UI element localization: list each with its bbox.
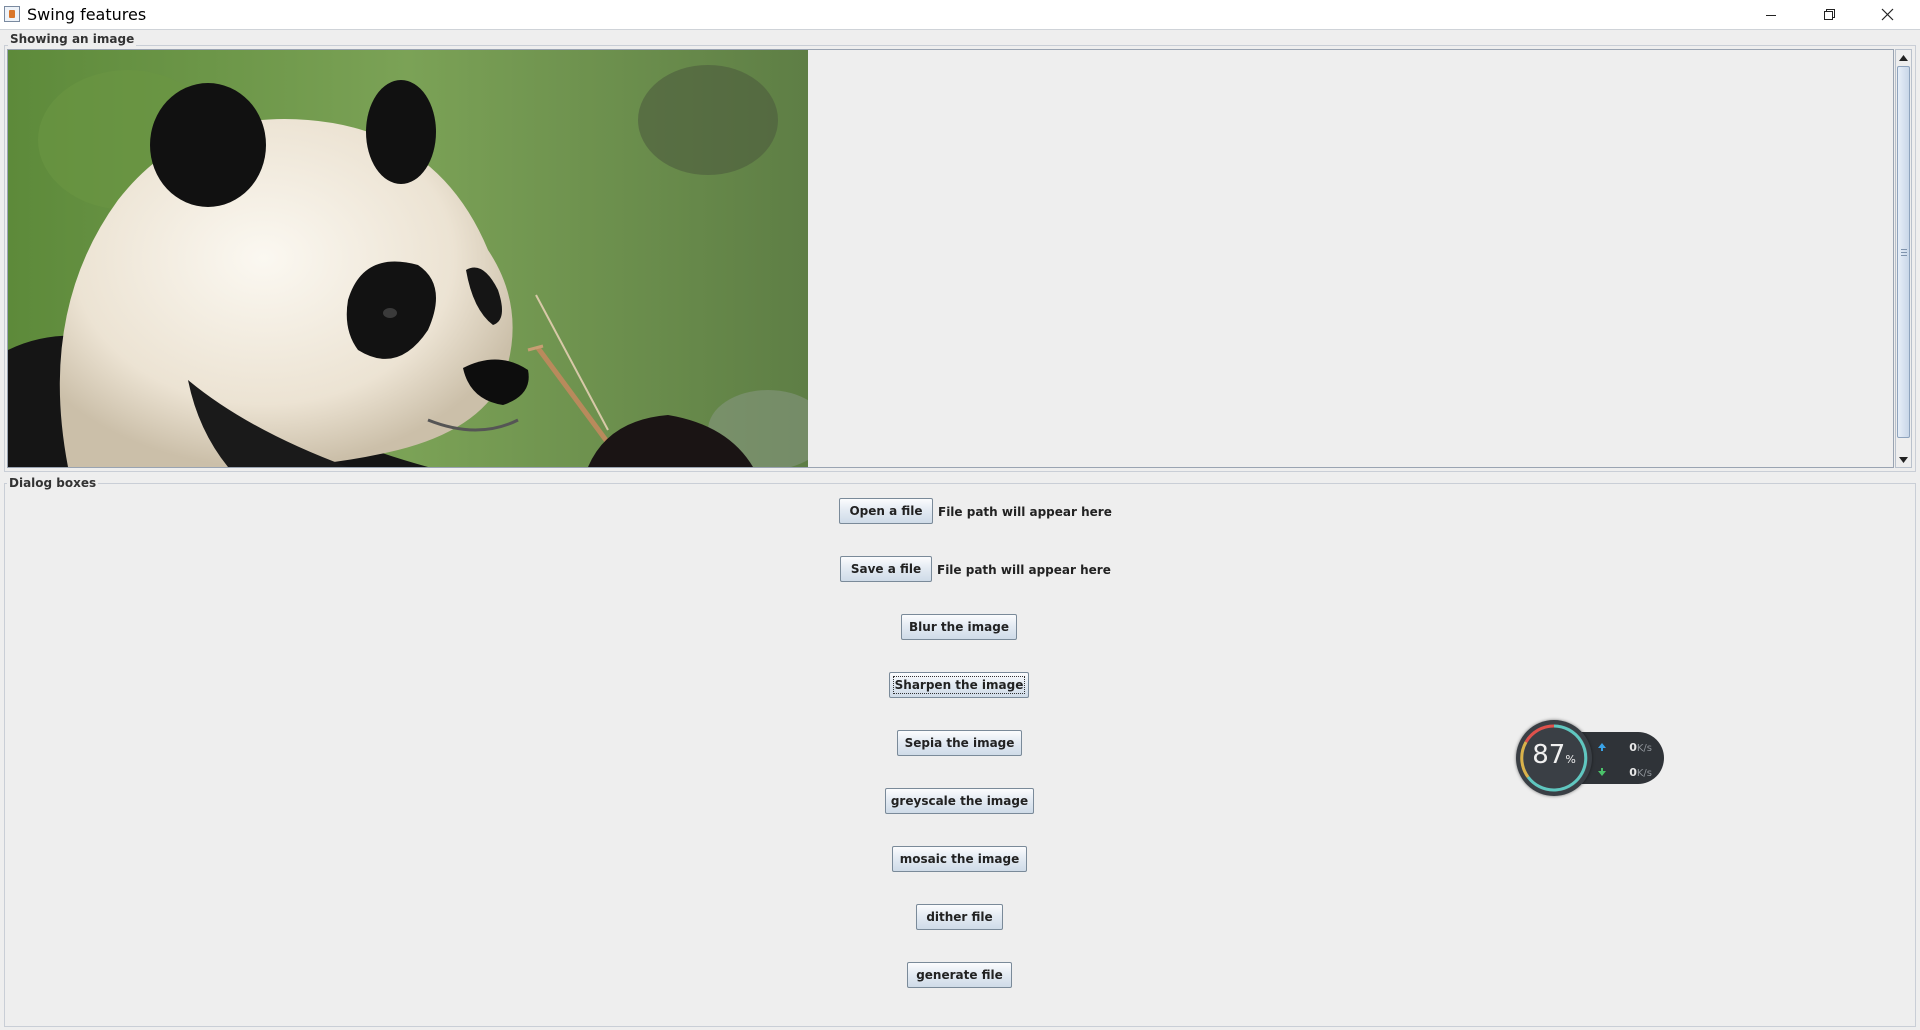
usage-gauge: 87% xyxy=(1516,720,1592,796)
download-unit: K/s xyxy=(1636,768,1652,779)
blur-image-button-label: Blur the image xyxy=(909,620,1009,634)
open-file-button[interactable]: Open a file xyxy=(839,498,933,524)
sepia-image-button[interactable]: Sepia the image xyxy=(897,730,1022,756)
upload-value: 0 xyxy=(1629,741,1637,754)
arrow-down-icon xyxy=(1899,456,1908,463)
usage-percent-value: 87 xyxy=(1532,740,1566,770)
mosaic-image-button[interactable]: mosaic the image xyxy=(892,846,1027,872)
usage-percent: 87% xyxy=(1530,740,1578,770)
mosaic-image-button-label: mosaic the image xyxy=(899,852,1020,866)
java-app-icon xyxy=(4,6,20,22)
close-button[interactable] xyxy=(1858,0,1916,29)
scroll-thumb[interactable] xyxy=(1897,66,1910,438)
usage-percent-sign: % xyxy=(1565,753,1576,766)
open-file-button-label: Open a file xyxy=(849,504,923,518)
upload-speed: 0K/s xyxy=(1606,741,1652,754)
download-value: 0 xyxy=(1629,766,1637,779)
greyscale-image-button[interactable]: greyscale the image xyxy=(885,788,1034,814)
sharpen-image-button-label: Sharpen the image xyxy=(892,676,1026,694)
upload-unit: K/s xyxy=(1636,743,1652,754)
dither-file-button[interactable]: dither file xyxy=(916,904,1003,930)
download-speed: 0K/s xyxy=(1606,766,1652,779)
save-file-path-label: File path will appear here xyxy=(937,563,1111,577)
close-icon xyxy=(1881,8,1893,21)
greyscale-image-button-label: greyscale the image xyxy=(890,794,1029,808)
upload-arrow-icon xyxy=(1598,743,1606,751)
blur-image-button[interactable]: Blur the image xyxy=(901,614,1017,640)
window-titlebar: Swing features xyxy=(0,0,1920,29)
save-file-button[interactable]: Save a file xyxy=(840,556,932,582)
grip-icon xyxy=(1901,249,1907,256)
minimize-button[interactable] xyxy=(1742,0,1800,29)
network-monitor-widget[interactable]: 0K/s 0K/s 87% xyxy=(1516,720,1664,796)
restore-icon xyxy=(1823,9,1835,20)
dither-file-button-label: dither file xyxy=(926,910,993,924)
panda-photo xyxy=(8,50,808,467)
arrow-up-icon xyxy=(1899,54,1908,61)
scroll-down-arrow[interactable] xyxy=(1896,452,1911,467)
scroll-up-arrow[interactable] xyxy=(1896,50,1911,65)
save-file-button-label: Save a file xyxy=(850,562,922,576)
image-panel-title: Showing an image xyxy=(8,32,137,46)
generate-file-button-label: generate file xyxy=(916,968,1003,982)
window-title: Swing features xyxy=(27,5,147,24)
sepia-image-button-label: Sepia the image xyxy=(904,736,1015,750)
image-scroll-pane[interactable] xyxy=(7,49,1894,468)
open-file-path-label: File path will appear here xyxy=(938,505,1112,519)
minimize-icon xyxy=(1766,14,1776,16)
vertical-scrollbar[interactable] xyxy=(1895,49,1912,468)
sharpen-image-button[interactable]: Sharpen the image xyxy=(889,672,1029,698)
generate-file-button[interactable]: generate file xyxy=(907,962,1012,988)
dialog-panel-title: Dialog boxes xyxy=(7,476,99,490)
restore-button[interactable] xyxy=(1800,0,1858,29)
download-arrow-icon xyxy=(1598,768,1606,776)
